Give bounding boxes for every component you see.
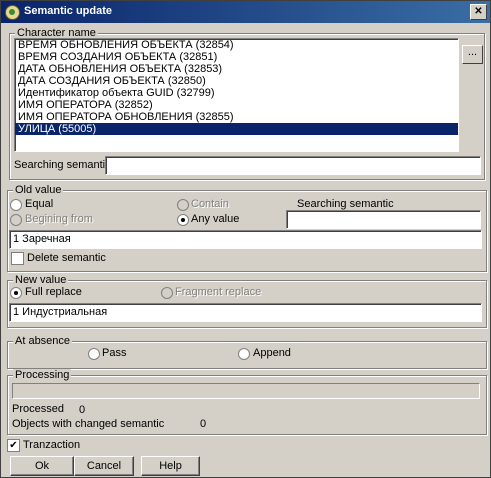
app-icon — [5, 5, 20, 20]
fragment-replace-label: Fragment replace — [175, 286, 262, 298]
beginning-from-label: Begining from — [25, 213, 93, 225]
new-value-input[interactable]: 1 Индустриальная — [9, 303, 482, 322]
list-item[interactable]: ВРЕМЯ СОЗДАНИЯ ОБЪЕКТА (32851) — [15, 51, 458, 63]
list-item[interactable]: ИМЯ ОПЕРАТОРА ОБНОВЛЕНИЯ (32855) — [15, 111, 458, 123]
equal-label: Equal — [25, 198, 54, 210]
window-title: Semantic update — [24, 5, 113, 17]
delete-semantic-label: Delete semantic — [27, 252, 106, 264]
fragment-replace-radio[interactable] — [161, 287, 173, 299]
searching-semantic-input[interactable] — [105, 156, 481, 175]
tranzaction-label: Tranzaction — [23, 439, 81, 451]
processing-legend: Processing — [13, 369, 72, 382]
cancel-button[interactable]: Cancel — [74, 456, 134, 476]
append-label: Append — [253, 347, 291, 359]
title-bar[interactable]: Semantic update ✕ — [1, 1, 490, 23]
changed-objects-value: 0 — [200, 418, 207, 430]
delete-semantic-checkbox[interactable] — [11, 252, 24, 265]
processed-value: 0 — [79, 404, 86, 416]
changed-objects-label: Objects with changed semantic — [12, 418, 165, 430]
any-value-radio[interactable] — [177, 214, 189, 226]
browse-button[interactable]: ... — [462, 45, 483, 64]
at-absence-legend: At absence — [13, 335, 73, 348]
list-item[interactable]: ДАТА ОБНОВЛЕНИЯ ОБЪЕКТА (32853) — [15, 63, 458, 75]
processed-label: Processed — [12, 403, 64, 415]
list-item[interactable]: ДАТА СОЗДАНИЯ ОБЪЕКТА (32850) — [15, 75, 458, 87]
contain-radio[interactable] — [177, 199, 189, 211]
append-radio[interactable] — [238, 348, 250, 360]
full-replace-label: Full replace — [25, 286, 82, 298]
equal-radio[interactable] — [10, 199, 22, 211]
tranzaction-checkbox[interactable]: ✔ — [7, 439, 20, 452]
character-name-list[interactable]: ВРЕМЯ ОБНОВЛЕНИЯ ОБЪЕКТА (32854) ВРЕМЯ С… — [14, 38, 459, 152]
old-value-input[interactable]: 1 Заречная — [9, 230, 482, 249]
searching-semantic-label: Searching semantic — [14, 159, 111, 171]
list-item[interactable]: ВРЕМЯ ОБНОВЛЕНИЯ ОБЪЕКТА (32854) — [15, 39, 458, 51]
semantic-update-dialog: Semantic update ✕ Character name ВРЕМЯ О… — [0, 0, 491, 478]
list-item-selected[interactable]: УЛИЦА (55005) — [15, 123, 458, 135]
beginning-from-radio[interactable] — [10, 214, 22, 226]
close-button[interactable]: ✕ — [470, 4, 487, 20]
list-item[interactable]: Идентификатор объекта GUID (32799) — [15, 87, 458, 99]
old-searching-semantic-input[interactable] — [286, 210, 481, 229]
pass-radio[interactable] — [88, 348, 100, 360]
progress-bar — [12, 383, 480, 399]
help-button[interactable]: Help — [141, 456, 200, 476]
ok-button[interactable]: Ok — [10, 456, 74, 476]
list-item[interactable]: ИМЯ ОПЕРАТОРА (32852) — [15, 99, 458, 111]
contain-label: Contain — [191, 198, 229, 210]
full-replace-radio[interactable] — [10, 287, 22, 299]
any-value-label: Any value — [191, 213, 240, 225]
pass-label: Pass — [102, 347, 127, 359]
old-value-legend: Old value — [13, 184, 64, 197]
